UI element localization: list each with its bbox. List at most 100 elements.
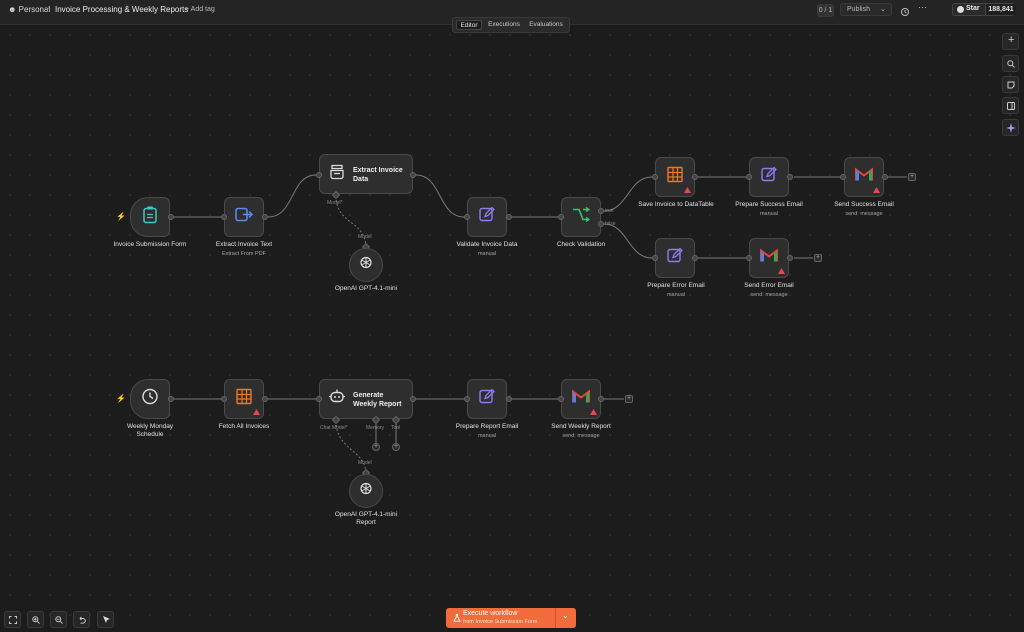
input-port[interactable] <box>221 396 227 402</box>
warning-icon <box>873 187 880 193</box>
node-label: Save Invoice to DataTable <box>638 201 714 208</box>
output-port[interactable] <box>787 174 793 180</box>
input-port[interactable] <box>221 214 227 220</box>
node-fetch-all-invoices[interactable] <box>224 379 264 419</box>
table-icon <box>236 388 252 410</box>
node-subtitle: manual <box>759 211 779 217</box>
output-port[interactable] <box>410 172 416 178</box>
gmail-icon <box>760 248 778 268</box>
node-save-invoice-datatable[interactable] <box>655 157 695 197</box>
node-invoice-submission-form[interactable] <box>130 197 170 237</box>
add-node-button[interactable]: + <box>908 173 916 181</box>
warning-icon <box>590 409 597 415</box>
zoom-in-icon <box>32 616 40 624</box>
node-extract-invoice-data[interactable]: Extract Invoice Data <box>319 154 413 194</box>
add-node-button[interactable]: + <box>625 395 633 403</box>
output-port[interactable] <box>262 214 268 220</box>
ai-assistant-button[interactable] <box>1002 119 1019 136</box>
output-port[interactable] <box>692 255 698 261</box>
connections-layer <box>174 174 907 475</box>
openai-icon <box>359 482 373 501</box>
edit-pencil-icon <box>479 206 495 228</box>
node-weekly-monday-schedule[interactable] <box>130 379 170 419</box>
node-send-error-email[interactable] <box>749 238 789 278</box>
execute-title: Execute workflow <box>463 610 518 617</box>
output-port[interactable] <box>410 396 416 402</box>
robot-agent-icon <box>328 389 346 410</box>
port-label: Model <box>358 234 372 240</box>
input-port[interactable] <box>652 174 658 180</box>
output-port[interactable] <box>262 396 268 402</box>
node-label: Extract Invoice Text <box>215 241 273 248</box>
output-port[interactable] <box>692 174 698 180</box>
input-port[interactable] <box>558 396 564 402</box>
node-label: Prepare Success Email <box>735 201 803 208</box>
execute-workflow-button[interactable]: Execute workflow from Invoice Submission… <box>446 608 576 628</box>
zoom-out-button[interactable] <box>50 611 67 628</box>
connection <box>267 174 317 218</box>
reset-zoom-button[interactable] <box>73 611 90 628</box>
output-port[interactable] <box>882 174 888 180</box>
node-openai-model[interactable] <box>349 248 383 282</box>
execute-options-button[interactable]: ⌄ <box>555 608 576 628</box>
node-subtitle: send: message <box>845 211 883 217</box>
toggle-panel-button[interactable] <box>1002 97 1019 114</box>
input-port[interactable] <box>464 214 470 220</box>
node-send-weekly-report[interactable] <box>561 379 601 419</box>
search-nodes-button[interactable] <box>1002 55 1019 72</box>
node-label: Check Validation <box>556 241 606 248</box>
false-output-port[interactable] <box>598 221 604 227</box>
input-port[interactable] <box>558 214 564 220</box>
zoom-to-fit-button[interactable] <box>4 611 21 628</box>
output-port[interactable] <box>506 396 512 402</box>
select-mode-button[interactable] <box>97 611 114 628</box>
node-generate-weekly-report[interactable]: Generate Weekly Report <box>319 379 413 419</box>
node-label: Send Weekly Report <box>551 423 611 430</box>
add-tool-button[interactable]: + <box>392 443 400 451</box>
port-label: Chat Model* <box>320 425 348 431</box>
fit-view-icon <box>9 616 17 624</box>
output-port[interactable] <box>506 214 512 220</box>
node-subtitle: send: message <box>750 292 788 298</box>
node-check-validation[interactable] <box>561 197 601 237</box>
input-port[interactable] <box>840 174 846 180</box>
sparkle-icon <box>1006 123 1016 133</box>
node-send-success-email[interactable] <box>844 157 884 197</box>
input-port[interactable] <box>652 255 658 261</box>
execute-subtitle: from Invoice Submission Form <box>463 619 538 625</box>
port-label: Model <box>358 460 372 466</box>
node-prepare-report-email[interactable] <box>467 379 507 419</box>
add-memory-button[interactable]: + <box>372 443 380 451</box>
node-extract-invoice-text[interactable] <box>224 197 264 237</box>
zoom-in-button[interactable] <box>27 611 44 628</box>
node-prepare-error-email[interactable] <box>655 238 695 278</box>
output-port[interactable] <box>787 255 793 261</box>
clock-icon <box>142 388 158 410</box>
trigger-bolt-icon: ⚡ <box>116 212 126 221</box>
node-openai-model-report[interactable] <box>349 474 383 508</box>
input-port[interactable] <box>316 172 322 178</box>
input-port[interactable] <box>746 255 752 261</box>
node-prepare-success-email[interactable] <box>749 157 789 197</box>
warning-icon <box>684 187 691 193</box>
output-port[interactable] <box>598 396 604 402</box>
node-validate-invoice-data[interactable] <box>467 197 507 237</box>
zoom-out-icon <box>55 616 63 624</box>
input-port[interactable] <box>464 396 470 402</box>
sticky-note-button[interactable] <box>1002 76 1019 93</box>
input-port[interactable] <box>316 396 322 402</box>
gmail-icon <box>572 389 590 409</box>
node-label: Send Error Email <box>744 282 794 289</box>
output-port[interactable] <box>168 396 174 402</box>
true-output-port[interactable] <box>598 208 604 214</box>
cursor-icon <box>103 616 110 623</box>
output-port[interactable] <box>168 214 174 220</box>
warning-icon <box>253 409 260 415</box>
flask-icon <box>453 614 461 622</box>
input-port[interactable] <box>746 174 752 180</box>
add-node-button[interactable]: + <box>814 254 822 262</box>
openai-icon <box>359 256 373 275</box>
plus-icon: + <box>1008 34 1015 46</box>
add-node-panel-button[interactable]: + <box>1002 33 1019 50</box>
edit-pencil-icon <box>667 247 683 269</box>
